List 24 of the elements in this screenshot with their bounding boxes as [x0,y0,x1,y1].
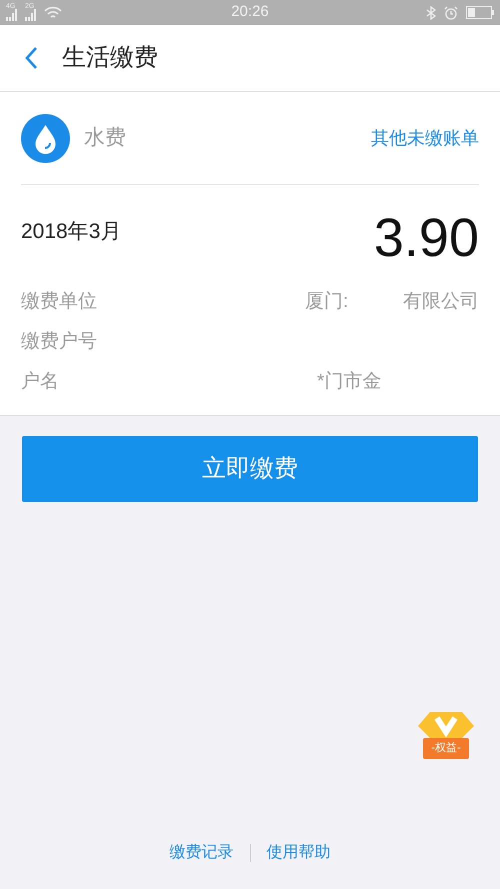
field-value: 厦门: [305,290,348,314]
pay-now-button[interactable]: 立即缴费 [22,436,478,502]
bill-period: 2018年3月 [21,219,122,245]
bluetooth-icon [426,6,436,20]
bill-amount: 3.90 [374,211,479,265]
alarm-icon [444,6,458,20]
footer-link[interactable]: 缴费记录 [170,841,234,865]
wifi-icon [44,6,62,20]
field-value: *门市金 [317,370,382,394]
battery-icon [466,6,494,19]
field-label: 缴费单位 [21,290,98,314]
field-label: 缴费户号 [21,330,98,354]
diamond-v-icon [418,712,474,738]
badge-ribbon: -权益- [423,738,469,758]
back-icon [24,46,38,70]
field-label: 户名 [21,370,60,394]
water-drop-icon [21,114,70,162]
page-title: 生活缴费 [62,43,158,73]
field-value: 有限公司 [403,290,479,314]
clock-time: 20:26 [230,2,270,22]
other-bills-link[interactable]: 其他未缴账单 [371,124,479,152]
bill-type: 水费 [84,125,127,152]
benefits-badge[interactable]: -权益- [408,712,484,776]
footer-link[interactable]: 使用帮助 [266,841,330,865]
